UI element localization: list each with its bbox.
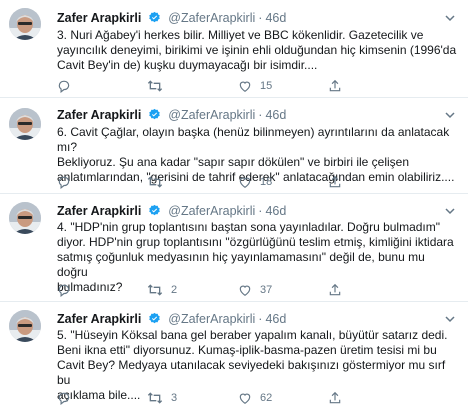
separator-dot: · [258, 312, 263, 326]
tweet[interactable]: Zafer Arapkirli @ZaferArapkirli · 46d 3. N… [0, 0, 468, 98]
tweet-header: Zafer Arapkirli @ZaferArapkirli · 46d [57, 203, 460, 219]
tweet-text: 3. Nuri Ağabey'i herkes bilir. Milliyet … [57, 28, 457, 72]
share-button[interactable] [328, 282, 342, 298]
separator-dot: · [258, 204, 263, 218]
chevron-down-icon[interactable] [444, 203, 456, 219]
reply-icon [58, 176, 70, 189]
avatar[interactable] [9, 310, 41, 342]
retweet-icon [147, 284, 163, 296]
separator-dot: · [258, 108, 263, 122]
tweet-actions: 15 [57, 78, 417, 94]
tweet-header: Zafer Arapkirli @ZaferArapkirli · 46d [57, 107, 460, 123]
tweet-header: Zafer Arapkirli @ZaferArapkirli · 46d [57, 10, 460, 26]
tweet-time[interactable]: 46d [265, 108, 286, 122]
verified-badge-icon [149, 312, 160, 324]
like-count: 62 [260, 392, 273, 404]
reply-button[interactable] [57, 282, 79, 298]
author-handle[interactable]: @ZaferArapkirli [168, 312, 255, 326]
like-button[interactable]: 15 [238, 78, 272, 94]
tweet-header: Zafer Arapkirli @ZaferArapkirli · 46d [57, 311, 460, 327]
avatar[interactable] [9, 108, 41, 140]
retweet-count: 2 [171, 284, 178, 296]
tweet[interactable]: Zafer Arapkirli @ZaferArapkirli · 46d 5. "… [0, 302, 468, 408]
like-button[interactable]: 18 [238, 174, 272, 190]
tweet-actions: 3 62 [57, 390, 417, 406]
like-count: 15 [260, 80, 273, 92]
reply-icon [58, 284, 70, 297]
chevron-down-icon[interactable] [444, 10, 456, 26]
retweet-count: 3 [171, 392, 178, 404]
author-handle[interactable]: @ZaferArapkirli [168, 11, 255, 25]
tweet-actions: 18 [57, 174, 417, 190]
tweet-time[interactable]: 46d [265, 11, 286, 25]
verified-badge-icon [149, 11, 160, 23]
share-button[interactable] [328, 390, 342, 406]
tweet-actions: 2 37 [57, 282, 417, 298]
author-handle[interactable]: @ZaferArapkirli [168, 204, 255, 218]
chevron-down-icon[interactable] [444, 107, 456, 123]
reply-button[interactable] [57, 174, 79, 190]
tweet[interactable]: Zafer Arapkirli @ZaferArapkirli · 46d 4. "… [0, 194, 468, 302]
heart-icon [239, 177, 251, 188]
retweet-button[interactable]: 2 [147, 282, 177, 298]
author-handle[interactable]: @ZaferArapkirli [168, 108, 255, 122]
like-count: 37 [260, 284, 273, 296]
retweet-icon [147, 176, 163, 188]
share-icon [329, 283, 341, 296]
author-name[interactable]: Zafer Arapkirli [57, 312, 141, 326]
retweet-button[interactable] [147, 174, 171, 190]
like-button[interactable]: 62 [238, 390, 272, 406]
heart-icon [239, 81, 251, 92]
retweet-button[interactable]: 3 [147, 390, 177, 406]
heart-icon [239, 285, 251, 296]
reply-button[interactable] [57, 390, 79, 406]
reply-icon [58, 392, 70, 405]
verified-badge-icon [149, 204, 160, 216]
tweet-time[interactable]: 46d [265, 312, 286, 326]
author-name[interactable]: Zafer Arapkirli [57, 108, 141, 122]
tweet[interactable]: Zafer Arapkirli @ZaferArapkirli · 46d 6. C… [0, 98, 468, 194]
like-count: 18 [260, 176, 273, 188]
reply-button[interactable] [57, 78, 79, 94]
share-icon [329, 391, 341, 404]
chevron-down-icon[interactable] [444, 311, 456, 327]
avatar[interactable] [9, 202, 41, 234]
author-name[interactable]: Zafer Arapkirli [57, 204, 141, 218]
author-name[interactable]: Zafer Arapkirli [57, 11, 141, 25]
tweet-timeline: Zafer Arapkirli @ZaferArapkirli · 46d 3. N… [0, 0, 468, 408]
avatar[interactable] [9, 8, 41, 40]
retweet-icon [147, 80, 163, 92]
share-button[interactable] [328, 78, 342, 94]
share-icon [329, 175, 341, 188]
heart-icon [239, 393, 251, 404]
verified-badge-icon [149, 108, 160, 120]
retweet-icon [147, 392, 163, 404]
share-button[interactable] [328, 174, 342, 190]
retweet-button[interactable] [147, 78, 171, 94]
reply-icon [58, 80, 70, 93]
separator-dot: · [258, 11, 263, 25]
like-button[interactable]: 37 [238, 282, 272, 298]
share-icon [329, 79, 341, 92]
tweet-time[interactable]: 46d [265, 204, 286, 218]
